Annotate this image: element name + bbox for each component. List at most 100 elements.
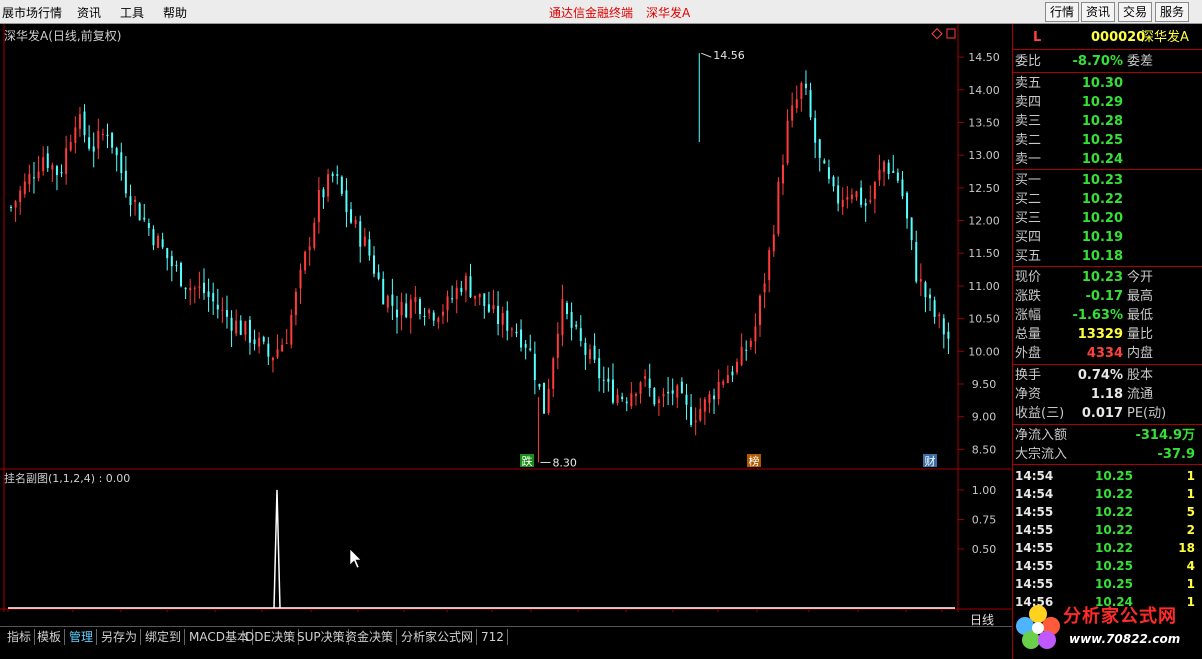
candle-body (400, 301, 403, 316)
candle-body (625, 401, 628, 404)
tick-time: 14:55 (1015, 541, 1054, 555)
y-tick-label: 10.50 (968, 313, 1000, 326)
candle-body (814, 118, 817, 143)
tab-6[interactable]: DDE决策 (242, 629, 300, 645)
service-button[interactable]: 服务 (1155, 2, 1190, 22)
menu-news[interactable]: 资讯 (77, 4, 101, 21)
candle-body (818, 139, 821, 158)
tab-3[interactable]: 另存为 (98, 629, 142, 645)
tick-time: 14:54 (1015, 487, 1054, 501)
candle-body (547, 388, 550, 414)
status-bar (0, 646, 1012, 659)
tab-0[interactable]: 指标 (4, 629, 36, 645)
candle-body (189, 287, 192, 291)
candle-body (354, 220, 357, 224)
candle-body (115, 148, 118, 156)
candle-body (827, 167, 830, 179)
tab-8[interactable]: 资金决策 (342, 629, 398, 645)
bid-level-label: 买四 (1015, 230, 1042, 245)
candle-body (800, 83, 803, 99)
candle-body (78, 114, 81, 129)
y-tick-label: 14.50 (968, 51, 1000, 64)
candle-body (221, 309, 224, 311)
candle-body (804, 83, 807, 89)
event-marker-label: 财 (925, 454, 936, 468)
stat-row-label: 收益(三) (1015, 406, 1065, 421)
candle-body (708, 394, 711, 404)
candle-body (350, 209, 353, 223)
candle-body (607, 378, 610, 382)
stat-row: 涨跌 -0.17 最高 (1013, 287, 1202, 306)
candle-body (850, 194, 853, 200)
tick-price: 10.22 (1095, 505, 1133, 519)
y-tick-label: 11.50 (968, 247, 1000, 260)
sub-indicator: 1.00 0.75 0.50 (8, 484, 996, 609)
candle-body (772, 234, 775, 252)
fund-flow-label: 净流入额 (1015, 428, 1068, 443)
stat-row-value: -0.17 (1085, 289, 1123, 304)
news-button[interactable]: 资讯 (1081, 2, 1116, 22)
menu-market[interactable]: 展市场行情 (2, 4, 62, 21)
ask-level: 卖二 10.25 (1013, 131, 1202, 150)
candle-body (777, 181, 780, 234)
stat-row-label: 现价 (1015, 270, 1042, 285)
candle-body (662, 393, 665, 397)
menu-bar: 展市场行情 资讯 工具 帮助 通达信金融终端 深华发A 行情 资讯 交易 服务 (0, 0, 1202, 24)
candle-body (644, 375, 647, 379)
y-tick-label: 13.00 (968, 149, 1000, 162)
candle-body (414, 297, 417, 303)
tab-9[interactable]: 分析家公式网 (398, 629, 478, 645)
candle-body (152, 229, 155, 246)
stat-row-label2: 量比 (1127, 327, 1154, 342)
divider (1013, 49, 1202, 50)
low-label: 8.30 (552, 456, 577, 469)
candle-body (731, 371, 734, 376)
y-tick-label: 9.00 (972, 411, 997, 424)
trade-button[interactable]: 交易 (1118, 2, 1153, 22)
tick-price: 10.22 (1095, 523, 1133, 537)
candle-body (919, 278, 922, 282)
tab-10[interactable]: 712 (478, 629, 508, 645)
candle-body (451, 298, 454, 300)
candle-body (781, 164, 784, 184)
candle-body (694, 420, 697, 423)
candle-body (327, 174, 330, 197)
candle-body (639, 382, 642, 394)
candle-body (786, 120, 789, 164)
fund-flow-value: -314.9万 (1135, 428, 1195, 443)
fund-flow-label: 大宗流入 (1015, 447, 1068, 462)
candle-body (423, 316, 426, 318)
tab-4[interactable]: 绑定到 (142, 629, 186, 645)
candle-body (469, 276, 472, 297)
y-tick-label: 12.50 (968, 182, 1000, 195)
tab-7[interactable]: SUP决策 (294, 629, 349, 645)
candle-body (428, 309, 431, 314)
logo-url[interactable]: www.70822.com (1069, 632, 1180, 646)
ask-level: 卖五 10.30 (1013, 74, 1202, 93)
bid-level: 买三 10.20 (1013, 209, 1202, 228)
candle-body (621, 396, 624, 400)
stat-row-label: 总量 (1015, 327, 1042, 342)
candle-body (529, 348, 532, 351)
candle-body (616, 394, 619, 404)
menu-help[interactable]: 帮助 (163, 4, 187, 21)
tab-1[interactable]: 模板 (34, 629, 66, 645)
tab-2[interactable]: 管理 (66, 629, 98, 645)
market-flag: L (1033, 30, 1042, 45)
candle-body (740, 346, 743, 366)
price-chart[interactable]: 14.50 14.00 13.50 13.00 12.50 12.00 11.50 11.00… (0, 24, 1012, 612)
candle-body (23, 181, 26, 194)
candle-body (239, 320, 242, 335)
candle-body (42, 157, 45, 172)
candle-body (271, 357, 274, 361)
stat-row: 涨幅 -1.63% 最低 (1013, 306, 1202, 325)
menu-tools[interactable]: 工具 (120, 4, 144, 21)
quote-button[interactable]: 行情 (1045, 2, 1080, 22)
candle-body (391, 294, 394, 306)
candle-body (860, 187, 863, 205)
candle-body (566, 302, 569, 314)
tick-price: 10.25 (1095, 469, 1133, 483)
site-logo: 分析家公式网 www.70822.com (1005, 596, 1202, 659)
candle-body (46, 153, 49, 169)
y-tick-label: 10.00 (968, 345, 1000, 358)
